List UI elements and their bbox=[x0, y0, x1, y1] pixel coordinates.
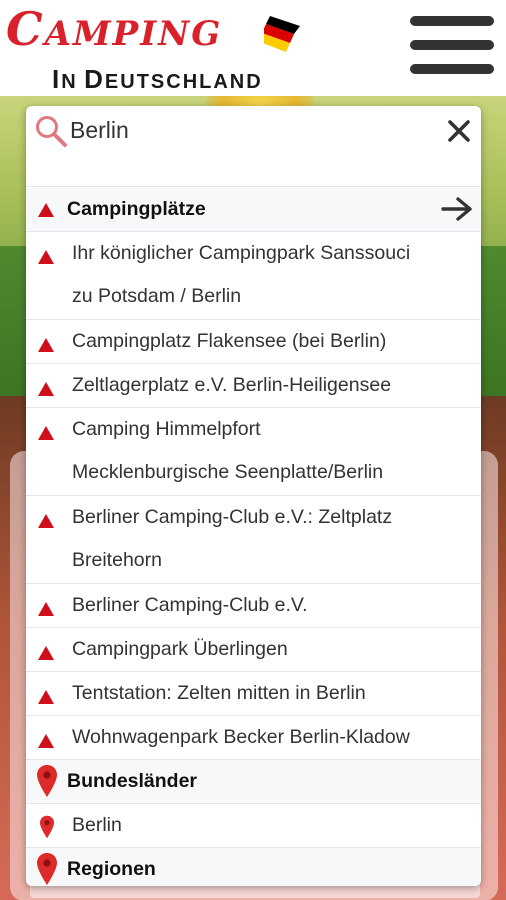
site-logo[interactable]: CAMPING IN DEUTSCHLAND bbox=[6, 4, 306, 94]
triangle-icon bbox=[38, 203, 54, 217]
map-pin-icon bbox=[39, 815, 55, 839]
logo-title-initial: C bbox=[6, 2, 45, 56]
logo-subtitle: IN DEUTSCHLAND bbox=[52, 66, 263, 92]
map-pin-icon bbox=[37, 765, 57, 797]
group-header-label: Regionen bbox=[67, 858, 156, 880]
logo-subtitle-part: I bbox=[52, 64, 62, 94]
hamburger-menu-icon[interactable] bbox=[410, 16, 494, 80]
list-item-label: Breitehorn bbox=[72, 549, 162, 571]
list-item-label: zu Potsdam / Berlin bbox=[72, 285, 242, 307]
logo-subtitle-part: N bbox=[61, 71, 78, 93]
logo-subtitle-part: EUTSCHLAND bbox=[104, 71, 263, 93]
list-item-campsite[interactable]: Zeltlagerplatz e.V. Berlin-Heiligensee bbox=[26, 364, 481, 408]
list-item-campsite[interactable]: Tentstation: Zelten mitten in Berlin bbox=[26, 672, 481, 716]
list-item-campsite[interactable]: Berliner Camping-Club e.V. bbox=[26, 584, 481, 628]
search-results-panel: Campingplätze Ihr königlicher Campingpar… bbox=[26, 106, 481, 886]
search-icon[interactable] bbox=[34, 114, 68, 148]
list-item-campsite[interactable]: Berliner Camping-Club e.V.: Zeltplatz Br… bbox=[26, 496, 481, 584]
close-icon[interactable] bbox=[444, 116, 474, 146]
list-item-label: Mecklenburgische Seenplatte/Berlin bbox=[72, 461, 384, 483]
list-item-campsite[interactable]: Wohnwagenpark Becker Berlin-Kladow bbox=[26, 716, 481, 760]
search-bar bbox=[26, 106, 481, 187]
triangle-icon bbox=[38, 734, 54, 748]
logo-subtitle-part: D bbox=[84, 64, 105, 94]
search-input[interactable] bbox=[70, 115, 420, 145]
list-item-campsite[interactable]: Ihr königlicher Campingpark Sanssouci zu… bbox=[26, 232, 481, 320]
group-header-campsites[interactable]: Campingplätze bbox=[26, 188, 481, 232]
list-item-label: Berliner Camping-Club e.V.: Zeltplatz bbox=[72, 506, 393, 528]
list-item-campsite[interactable]: Campingpark Überlingen bbox=[26, 628, 481, 672]
list-item-label: Camping Himmelpfort bbox=[72, 418, 261, 440]
triangle-icon bbox=[38, 514, 54, 528]
map-pin-icon bbox=[37, 853, 57, 885]
list-item-label: Berlin bbox=[72, 814, 122, 836]
list-item-campsite[interactable]: Campingplatz Flakensee (bei Berlin) bbox=[26, 320, 481, 364]
group-header-label: Campingplätze bbox=[67, 198, 206, 220]
group-header-label: Bundesländer bbox=[67, 770, 198, 792]
list-item-state[interactable]: Berlin bbox=[26, 804, 481, 848]
list-item-label: Campingplatz Flakensee (bei Berlin) bbox=[72, 330, 387, 352]
triangle-icon bbox=[38, 602, 54, 616]
triangle-icon bbox=[38, 338, 54, 352]
group-header-states[interactable]: Bundesländer bbox=[26, 760, 481, 804]
list-item-campsite[interactable]: Camping Himmelpfort Mecklenburgische See… bbox=[26, 408, 481, 496]
triangle-icon bbox=[38, 382, 54, 396]
list-item-label: Zeltlagerplatz e.V. Berlin-Heiligensee bbox=[72, 374, 392, 396]
german-flag-icon bbox=[264, 16, 300, 52]
group-header-regions[interactable]: Regionen bbox=[26, 848, 481, 886]
triangle-icon bbox=[38, 426, 54, 440]
logo-title-rest: AMPING bbox=[44, 14, 223, 54]
list-item-label: Ihr königlicher Campingpark Sanssouci bbox=[72, 242, 411, 264]
list-item-label: Wohnwagenpark Becker Berlin-Kladow bbox=[72, 726, 410, 748]
list-item-label: Berliner Camping-Club e.V. bbox=[72, 594, 308, 616]
triangle-icon bbox=[38, 250, 54, 264]
site-header: CAMPING IN DEUTSCHLAND bbox=[0, 0, 506, 96]
arrow-right-icon[interactable] bbox=[440, 196, 474, 222]
list-item-label: Campingpark Überlingen bbox=[72, 638, 288, 660]
triangle-icon bbox=[38, 690, 54, 704]
triangle-icon bbox=[38, 646, 54, 660]
list-item-label: Tentstation: Zelten mitten in Berlin bbox=[72, 682, 366, 704]
logo-title: CAMPING bbox=[6, 6, 222, 52]
